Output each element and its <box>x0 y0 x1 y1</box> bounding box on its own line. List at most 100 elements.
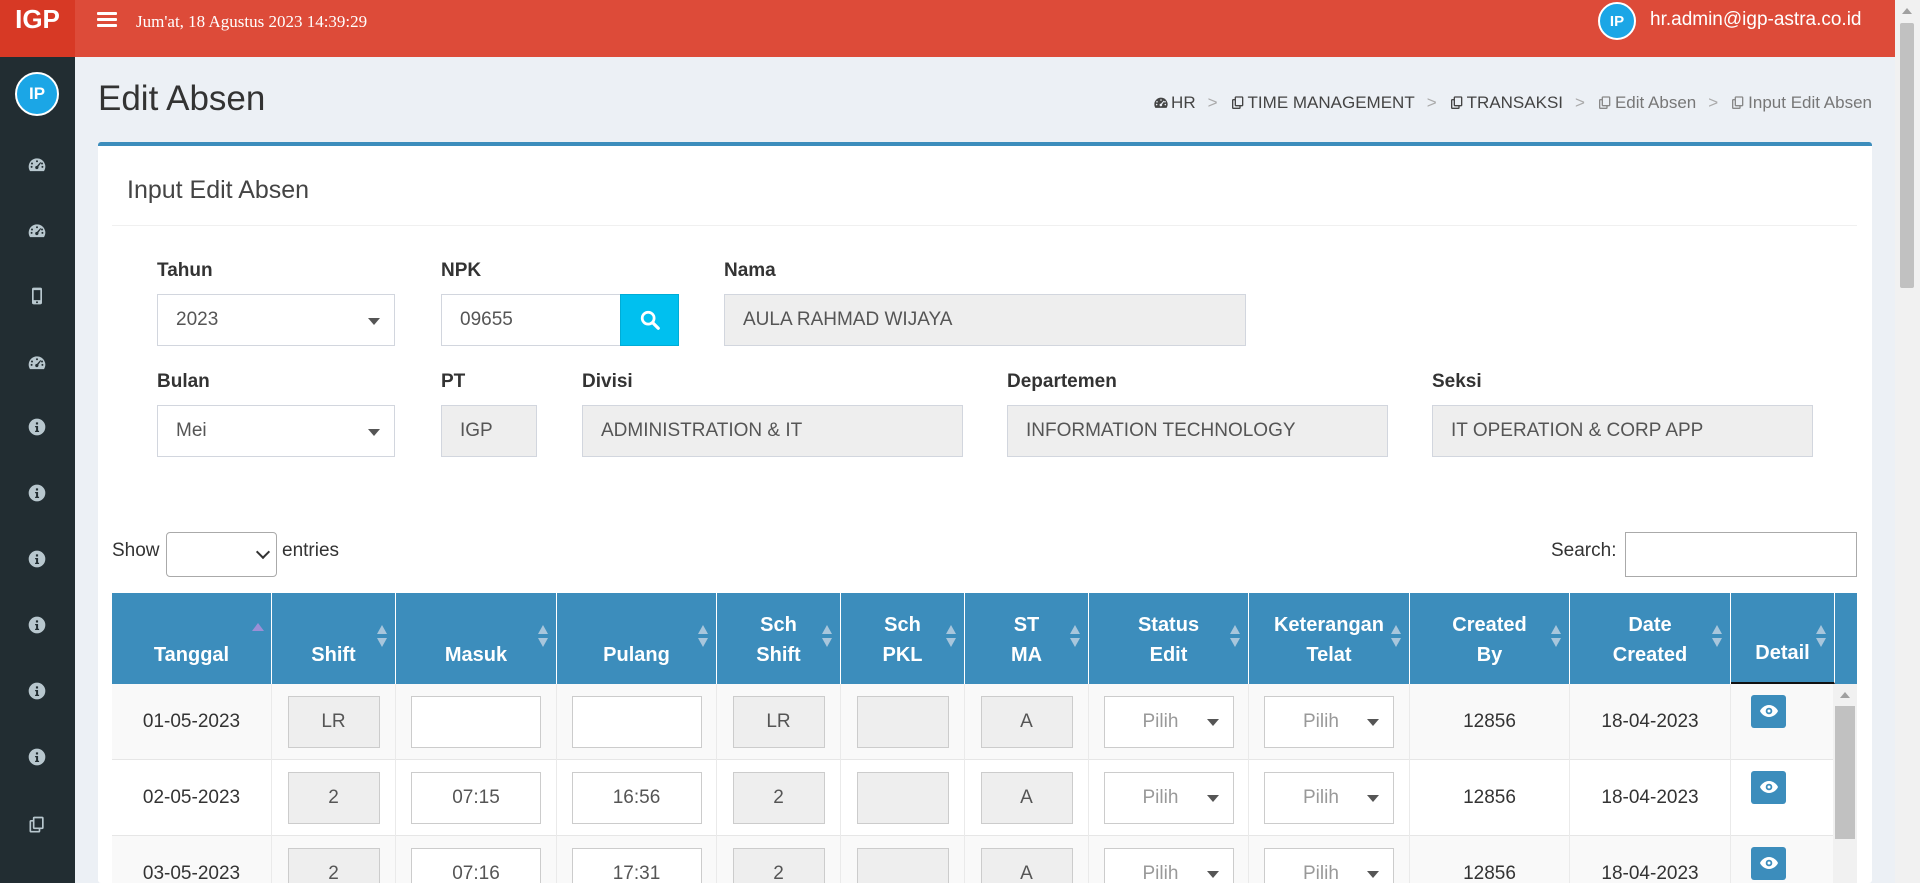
menu-toggle-icon[interactable] <box>97 12 117 28</box>
breadcrumb-label: Edit Absen <box>1614 93 1697 112</box>
column-header-label: Edit <box>1149 644 1188 666</box>
keterangan-telat-select[interactable]: Pilih <box>1264 696 1394 748</box>
info-icon[interactable] <box>26 548 48 570</box>
keterangan-telat-value: Pilih <box>1303 711 1339 732</box>
column-header-masuk[interactable]: Masuk <box>396 593 557 684</box>
masuk-input[interactable]: 07:16 <box>411 848 541 883</box>
column-header-date-created[interactable]: Date Created <box>1570 593 1731 684</box>
breadcrumb-item[interactable]: TIME MANAGEMENT <box>1230 93 1415 113</box>
eye-icon <box>1759 857 1778 869</box>
cell-date-created: 18-04-2023 <box>1570 836 1731 883</box>
user-avatar[interactable]: IP <box>1598 2 1636 40</box>
npk-value: 09655 <box>460 309 513 330</box>
npk-input[interactable]: 09655 <box>441 294 621 346</box>
breadcrumb-item[interactable]: Edit Absen <box>1597 93 1696 113</box>
table-row: 03-05-2023 2 07:16 17:31 2 A Pilih Pilih 12856 18… <box>112 836 1857 883</box>
sch-pkl-field <box>856 772 949 824</box>
column-header-keterangan-telat[interactable]: Keterangan Telat <box>1249 593 1410 684</box>
status-edit-value: Pilih <box>1142 711 1179 732</box>
breadcrumb-separator: > <box>1426 93 1437 112</box>
column-header-created-by[interactable]: Created By <box>1410 593 1570 684</box>
bulan-select[interactable]: Mei <box>157 405 395 457</box>
view-detail-button[interactable] <box>1751 846 1786 880</box>
column-header-detail[interactable]: Detail <box>1731 593 1835 684</box>
scrollbar-thumb[interactable] <box>1900 23 1914 288</box>
column-header-sch-shift[interactable]: Sch Shift <box>717 593 841 684</box>
info-icon[interactable] <box>26 482 48 504</box>
table-scrollbar[interactable] <box>1833 684 1857 883</box>
column-header-st-ma[interactable]: ST MA <box>965 593 1089 684</box>
date-created-value: 18-04-2023 <box>1601 863 1699 883</box>
column-header-status-edit[interactable]: Status Edit <box>1089 593 1249 684</box>
status-edit-select[interactable]: Pilih <box>1103 772 1234 824</box>
sch-shift-value: 2 <box>773 863 784 883</box>
pulang-input[interactable]: 17:31 <box>571 848 702 883</box>
app-logo[interactable]: IGP <box>0 0 75 57</box>
cell-sch-shift: LR <box>717 684 841 760</box>
keterangan-telat-select[interactable]: Pilih <box>1264 772 1394 824</box>
cell-detail <box>1731 836 1835 883</box>
status-edit-select[interactable]: Pilih <box>1103 848 1234 883</box>
page-scrollbar[interactable] <box>1895 0 1920 883</box>
date-created-value: 18-04-2023 <box>1601 787 1699 808</box>
info-icon[interactable] <box>26 680 48 702</box>
column-header-sch-pkl[interactable]: Sch PKL <box>841 593 965 684</box>
chevron-down-icon <box>1206 871 1219 878</box>
dashboard-icon[interactable] <box>26 352 48 374</box>
keterangan-telat-select[interactable]: Pilih <box>1264 848 1394 883</box>
column-header-label: Shift <box>311 644 356 666</box>
copy-icon <box>1449 95 1465 111</box>
breadcrumb-item[interactable]: HR <box>1153 93 1196 113</box>
status-edit-select[interactable]: Pilih <box>1103 696 1234 748</box>
info-icon[interactable] <box>26 416 48 438</box>
cell-date-created: 18-04-2023 <box>1570 760 1731 836</box>
dashboard-icon[interactable] <box>26 220 48 242</box>
sidebar: IP <box>0 57 75 883</box>
view-detail-button[interactable] <box>1751 770 1786 804</box>
tahun-value: 2023 <box>176 309 219 330</box>
breadcrumb-label: TIME MANAGEMENT <box>1247 93 1415 112</box>
status-edit-value: Pilih <box>1142 787 1179 808</box>
chevron-down-icon <box>255 544 271 560</box>
column-header-label: PKL <box>882 644 923 666</box>
tahun-select[interactable]: 2023 <box>157 294 395 346</box>
copy-icon[interactable] <box>26 814 48 836</box>
column-header-label: ST <box>1013 614 1040 636</box>
mobile-icon[interactable] <box>26 285 48 307</box>
cell-sch-shift: 2 <box>717 760 841 836</box>
masuk-input[interactable] <box>411 696 541 748</box>
tanggal-value: 01-05-2023 <box>142 711 241 732</box>
breadcrumb: HR > TIME MANAGEMENT > TRANSAKSI > Edit Absen >… <box>1153 93 1872 113</box>
info-icon[interactable] <box>26 746 48 768</box>
table-search-input[interactable] <box>1625 532 1857 577</box>
npk-search-button[interactable] <box>620 294 679 346</box>
pulang-input[interactable] <box>571 696 702 748</box>
column-header-pulang[interactable]: Pulang <box>557 593 717 684</box>
eye-icon <box>1759 705 1778 717</box>
pulang-input[interactable]: 16:56 <box>571 772 702 824</box>
scroll-up-arrow-icon[interactable] <box>1902 8 1912 14</box>
info-icon[interactable] <box>26 614 48 636</box>
cell-status-edit: Pilih <box>1089 684 1249 760</box>
scroll-up-arrow-icon[interactable] <box>1840 692 1850 698</box>
cell-shift: 2 <box>272 760 396 836</box>
user-email[interactable]: hr.admin@igp-astra.co.id <box>1650 9 1862 31</box>
cell-created-by: 12856 <box>1410 836 1570 883</box>
column-header-shift[interactable]: Shift <box>272 593 396 684</box>
entries-length-select[interactable] <box>166 532 277 577</box>
dashboard-icon[interactable] <box>26 154 48 176</box>
column-header-label: Created <box>1452 614 1527 636</box>
breadcrumb-item[interactable]: TRANSAKSI <box>1449 93 1563 113</box>
pt-value: IGP <box>460 420 493 441</box>
created-by-value: 12856 <box>1463 787 1516 808</box>
breadcrumb-item: Input Edit Absen <box>1730 93 1872 113</box>
sort-icon <box>538 625 548 649</box>
cell-shift: 2 <box>272 836 396 883</box>
cell-tanggal: 02-05-2023 <box>112 760 272 836</box>
shift-field: LR <box>287 696 380 748</box>
scrollbar-thumb[interactable] <box>1835 706 1855 839</box>
masuk-input[interactable]: 07:15 <box>411 772 541 824</box>
column-header-tanggal[interactable]: Tanggal <box>112 593 272 684</box>
view-detail-button[interactable] <box>1751 694 1786 728</box>
seksi-field: IT OPERATION & CORP APP <box>1432 405 1813 457</box>
